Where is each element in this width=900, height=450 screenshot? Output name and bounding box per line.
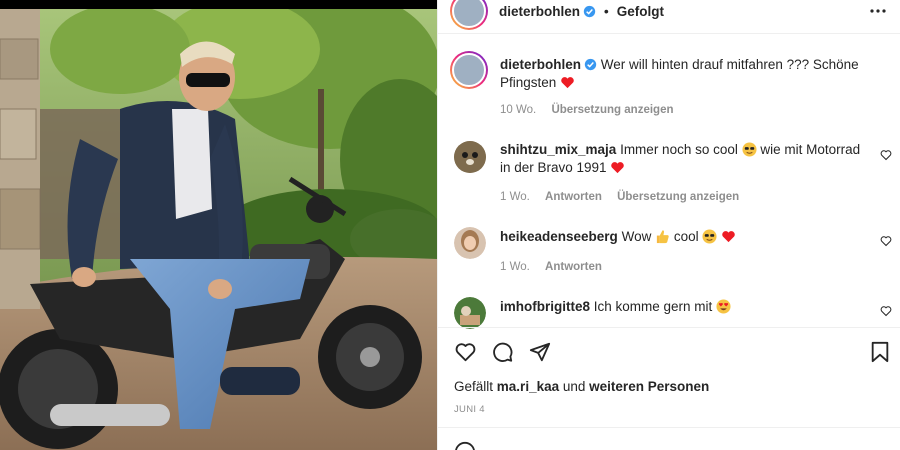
caption-avatar[interactable] — [450, 51, 488, 89]
likes-prefix: Gefällt — [454, 379, 494, 394]
caption-username[interactable]: dieterbohlen — [500, 57, 581, 72]
sunglasses-emoji — [702, 229, 717, 244]
photo-top-edge — [0, 0, 437, 9]
follow-status[interactable]: Gefolgt — [617, 4, 664, 19]
post-photo[interactable] — [0, 0, 437, 450]
comment-3: imhofbrigitte8 Ich komme gern mit — [500, 298, 870, 316]
verified-icon — [584, 58, 597, 71]
comment-2-username[interactable]: heikeadenseeberg — [500, 229, 618, 244]
comment-2-reply-button[interactable]: Antworten — [545, 261, 602, 273]
comment-avatar-shihtzu[interactable] — [454, 141, 486, 173]
header-divider — [438, 33, 900, 34]
post-side-panel: dieterbohlen • Gefolgt dieterbohlen Wer … — [437, 0, 900, 450]
header-separator: • — [603, 3, 609, 19]
author-username[interactable]: dieterbohlen — [499, 4, 580, 19]
instagram-post-window: dieterbohlen • Gefolgt dieterbohlen Wer … — [0, 0, 900, 450]
heart-eyes-emoji — [716, 299, 731, 314]
bookmark-icon[interactable] — [870, 341, 890, 363]
caption-meta: 10 Wo. Übersetzung anzeigen — [500, 104, 686, 116]
likes-middle: und — [562, 379, 586, 394]
comment-2-text-start: Wow — [621, 229, 652, 244]
share-icon[interactable] — [529, 341, 551, 363]
caption-age: 10 Wo. — [500, 104, 537, 116]
comment-1-translate-link[interactable]: Übersetzung anzeigen — [617, 191, 739, 203]
likes-user[interactable]: ma.ri_kaa — [497, 379, 559, 394]
likes-summary: Gefällt ma.ri_kaa und weiteren Personen — [454, 379, 709, 394]
thumbs-up-emoji — [656, 230, 669, 244]
comment-2-text-end: cool — [673, 229, 699, 244]
caption-translate-link[interactable]: Übersetzung anzeigen — [551, 104, 673, 116]
comment-1-text-start: Immer noch so cool — [620, 142, 738, 157]
actions-divider — [438, 327, 900, 328]
comment-box-divider — [438, 427, 900, 428]
comment-3-username[interactable]: imhofbrigitte8 — [500, 299, 590, 314]
post-date: JUNI 4 — [454, 404, 485, 415]
comment-1-age: 1 Wo. — [500, 191, 530, 203]
heart-icon[interactable] — [454, 341, 477, 363]
caption: dieterbohlen Wer will hinten drauf mitfa… — [500, 56, 870, 92]
comment-1-reply-button[interactable]: Antworten — [545, 191, 602, 203]
comment-avatar-imhof[interactable] — [454, 297, 486, 329]
author-avatar[interactable] — [450, 0, 488, 30]
sunglasses-emoji — [742, 142, 757, 157]
red-heart-emoji — [722, 231, 735, 243]
motorcycle-photo-illustration — [0, 9, 437, 450]
small-heart-icon[interactable] — [880, 305, 892, 317]
red-heart-emoji — [561, 77, 574, 89]
comment-3-text: Ich komme gern mit — [593, 299, 713, 314]
likes-others[interactable]: weiteren Personen — [589, 379, 709, 394]
verified-icon — [583, 5, 596, 18]
comment-avatar-heike[interactable] — [454, 227, 486, 259]
more-icon[interactable] — [870, 9, 886, 13]
comment-1-username[interactable]: shihtzu_mix_maja — [500, 142, 616, 157]
small-heart-icon[interactable] — [880, 235, 892, 247]
comment-1: shihtzu_mix_maja Immer noch so cool wie … — [500, 141, 870, 177]
comment-icon[interactable] — [491, 341, 514, 363]
comment-1-meta: 1 Wo. Antworten Übersetzung anzeigen — [500, 191, 751, 203]
comment-2: heikeadenseeberg Wow cool — [500, 228, 870, 246]
smile-icon[interactable] — [454, 441, 476, 450]
comment-2-age: 1 Wo. — [500, 261, 530, 273]
red-heart-emoji — [611, 162, 625, 174]
comment-2-meta: 1 Wo. Antworten — [500, 261, 614, 273]
small-heart-icon[interactable] — [880, 149, 892, 161]
post-header: dieterbohlen • Gefolgt — [499, 3, 664, 19]
